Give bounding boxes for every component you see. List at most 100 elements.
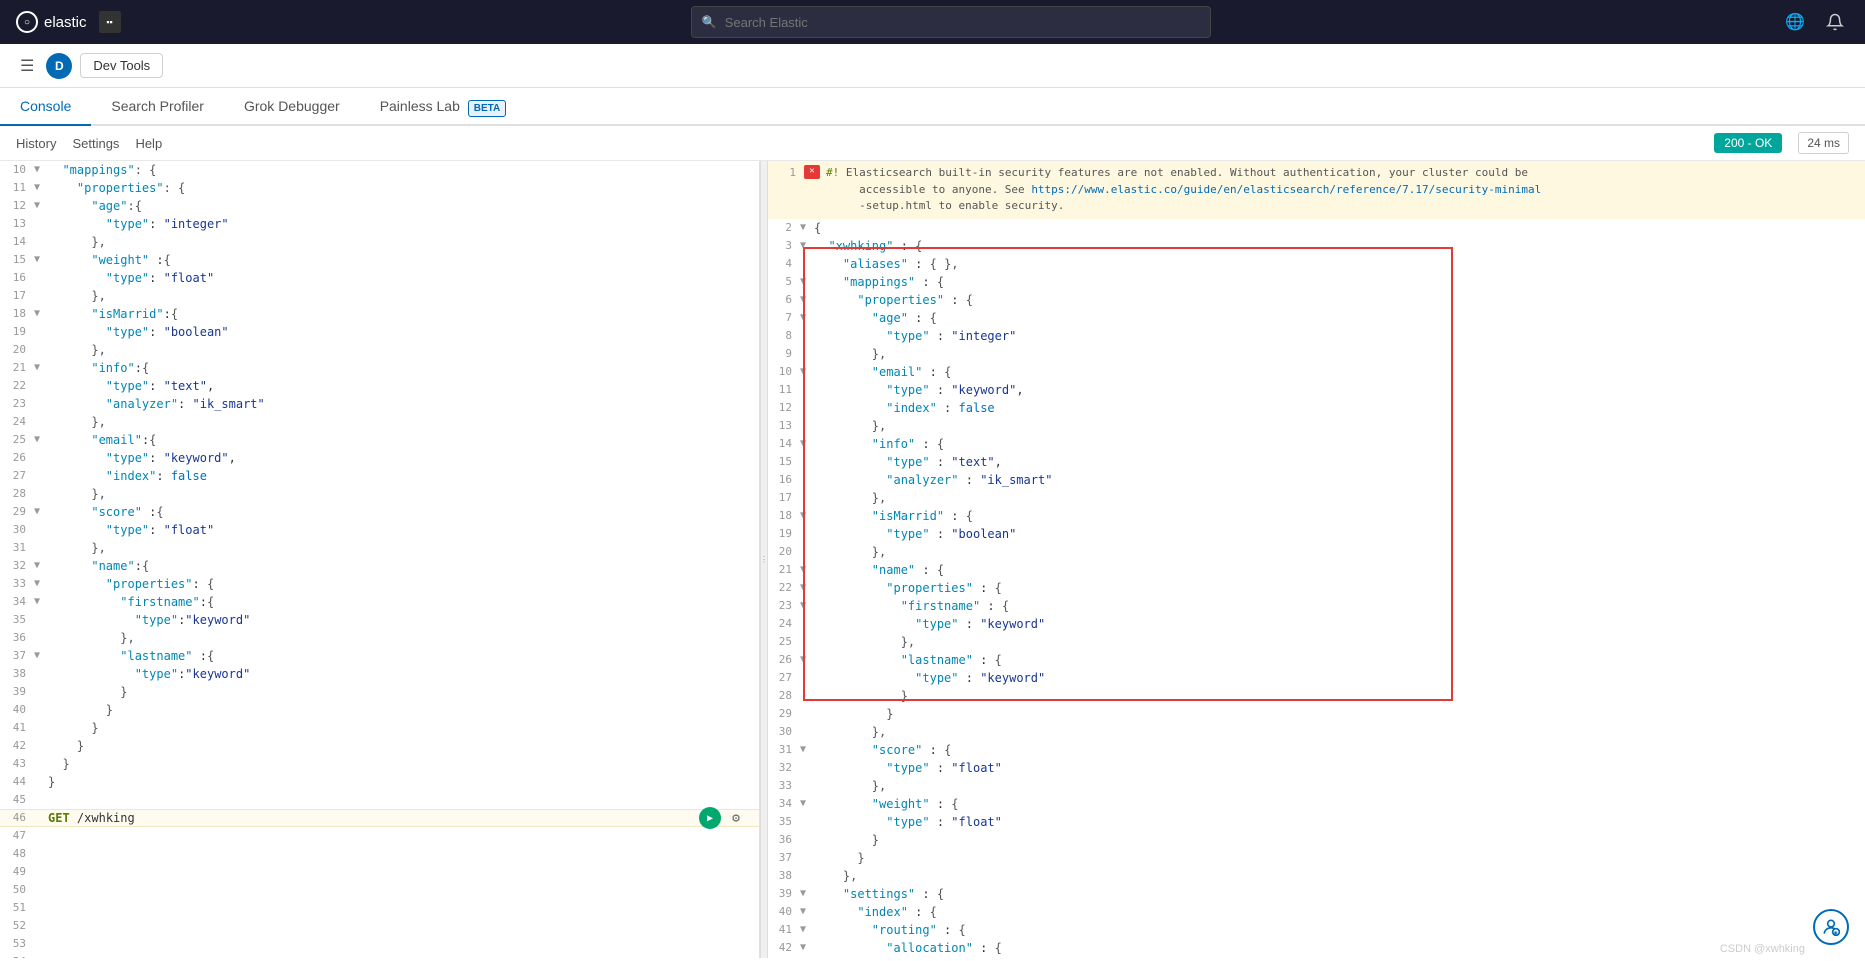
table-row: 29 ▼ "score" :{: [0, 503, 759, 521]
bell-icon[interactable]: [1821, 8, 1849, 36]
table-row: 11 ▼ "properties": {: [0, 179, 759, 197]
table-row: 36 },: [0, 629, 759, 647]
search-input[interactable]: [725, 15, 1200, 30]
search-bar-container: 🔍: [133, 6, 1769, 38]
close-warning-button[interactable]: ✕: [804, 165, 820, 179]
elastic-logo-text: elastic: [44, 14, 87, 31]
search-icon: 🔍: [702, 15, 717, 29]
editor-code-area[interactable]: 10 ▼ "mappings": { 11 ▼ "properties": { …: [0, 161, 759, 958]
search-bar[interactable]: 🔍: [691, 6, 1211, 38]
table-row: 34 ▼ "weight" : {: [768, 795, 1865, 813]
top-bar: ○ elastic ▪▪ 🔍 🌐: [0, 0, 1865, 44]
table-row: 16 "analyzer" : "ik_smart": [768, 471, 1865, 489]
table-row: 54: [0, 953, 759, 958]
table-row: 26 "type": "keyword",: [0, 449, 759, 467]
elastic-logo[interactable]: ○ elastic: [16, 11, 87, 33]
table-row: 30 },: [768, 723, 1865, 741]
table-row: 45: [0, 791, 759, 809]
table-row: 17 },: [0, 287, 759, 305]
table-row: 21 ▼ "info":{: [0, 359, 759, 377]
table-row: 42 ▼ "allocation" : {: [768, 939, 1865, 957]
table-row: 30 "type": "float": [0, 521, 759, 539]
table-row: 27 "type" : "keyword": [768, 669, 1865, 687]
action-buttons: ▶ ⚙: [699, 807, 755, 829]
table-row: 49: [0, 863, 759, 881]
devtools-label-button[interactable]: Dev Tools: [80, 53, 163, 78]
tab-grok-debugger[interactable]: Grok Debugger: [224, 88, 360, 126]
main-content: 10 ▼ "mappings": { 11 ▼ "properties": { …: [0, 161, 1865, 958]
table-row: 22 "type": "text",: [0, 377, 759, 395]
app-icon-button[interactable]: ▪▪: [99, 11, 121, 33]
table-row: 19 "type": "boolean": [0, 323, 759, 341]
table-row: 34 ▼ "firstname":{: [0, 593, 759, 611]
table-row: 40 ▼ "index" : {: [768, 903, 1865, 921]
table-row: 10 ▼ "mappings": {: [0, 161, 759, 179]
table-row: 17 },: [768, 489, 1865, 507]
table-row: 50: [0, 881, 759, 899]
table-row: 38 },: [768, 867, 1865, 885]
table-row: 37 ▼ "lastname" :{: [0, 647, 759, 665]
table-row: 53: [0, 935, 759, 953]
table-row: 35 "type" : "float": [768, 813, 1865, 831]
warning-banner: 1 ✕ #! Elasticsearch built-in security f…: [768, 161, 1865, 219]
elastic-logo-icon: ○: [16, 11, 38, 33]
table-row: 44 }: [0, 773, 759, 791]
table-row: 12 ▼ "age":{: [0, 197, 759, 215]
table-row: 37 }: [768, 849, 1865, 867]
wrench-button[interactable]: ⚙: [725, 807, 747, 829]
table-row: 16 "type": "float": [0, 269, 759, 287]
table-row: 43 ▼ "include" : {: [768, 957, 1865, 959]
table-row: 39 }: [0, 683, 759, 701]
table-row: 14 ▼ "info" : {: [768, 435, 1865, 453]
table-row: 19 "type" : "boolean": [768, 525, 1865, 543]
table-row: 23 "analyzer": "ik_smart": [0, 395, 759, 413]
chat-avatar-button[interactable]: ◉: [1813, 909, 1849, 945]
table-row: 15 "type" : "text",: [768, 453, 1865, 471]
watermark: CSDN @xwhking: [1720, 943, 1805, 955]
table-row: 43 }: [0, 755, 759, 773]
table-row: 32 ▼ "name":{: [0, 557, 759, 575]
table-row: 35 "type":"keyword": [0, 611, 759, 629]
table-row: 48: [0, 845, 759, 863]
right-panel: 1 ✕ #! Elasticsearch built-in security f…: [768, 161, 1865, 958]
table-row: 20 },: [0, 341, 759, 359]
table-row: 15 ▼ "weight" :{: [0, 251, 759, 269]
table-row: 33 },: [768, 777, 1865, 795]
svg-text:◉: ◉: [1834, 931, 1838, 937]
table-row: 42 }: [0, 737, 759, 755]
globe-icon[interactable]: 🌐: [1781, 8, 1809, 36]
table-row: 5 ▼ "mappings" : {: [768, 273, 1865, 291]
table-row: 25 ▼ "email":{: [0, 431, 759, 449]
table-row: 33 ▼ "properties": {: [0, 575, 759, 593]
settings-button[interactable]: Settings: [72, 136, 119, 151]
table-row: 27 "index": false: [0, 467, 759, 485]
table-row: 51: [0, 899, 759, 917]
table-row: 40 }: [0, 701, 759, 719]
table-row: 8 "type" : "integer": [768, 327, 1865, 345]
resize-handle[interactable]: ⋮: [760, 161, 768, 958]
tab-painless-lab[interactable]: Painless Lab BETA: [360, 88, 527, 126]
tab-bar: Console Search Profiler Grok Debugger Pa…: [0, 88, 1865, 126]
help-button[interactable]: Help: [135, 136, 162, 151]
table-row: 28 },: [0, 485, 759, 503]
ms-badge: 24 ms: [1798, 132, 1849, 154]
table-row: 32 "type" : "float": [768, 759, 1865, 777]
warning-text: #! Elasticsearch built-in security featu…: [826, 165, 1541, 215]
table-row: 41 }: [0, 719, 759, 737]
left-panel: 10 ▼ "mappings": { 11 ▼ "properties": { …: [0, 161, 760, 958]
hamburger-button[interactable]: ☰: [16, 52, 38, 80]
table-row: 14 },: [0, 233, 759, 251]
history-button[interactable]: History: [16, 136, 56, 151]
table-row: 12 "index" : false: [768, 399, 1865, 417]
table-row: 23 ▼ "firstname" : {: [768, 597, 1865, 615]
table-row: 25 },: [768, 633, 1865, 651]
play-button[interactable]: ▶: [699, 807, 721, 829]
tab-search-profiler[interactable]: Search Profiler: [91, 88, 224, 126]
table-row: 31 ▼ "score" : {: [768, 741, 1865, 759]
output-area[interactable]: 1 ✕ #! Elasticsearch built-in security f…: [768, 161, 1865, 958]
tab-console[interactable]: Console: [0, 88, 91, 126]
table-row: 7 ▼ "age" : {: [768, 309, 1865, 327]
top-bar-right: 🌐: [1781, 8, 1849, 36]
table-row: 3 ▼ "xwhking" : {: [768, 237, 1865, 255]
table-row: 4 "aliases" : { },: [768, 255, 1865, 273]
